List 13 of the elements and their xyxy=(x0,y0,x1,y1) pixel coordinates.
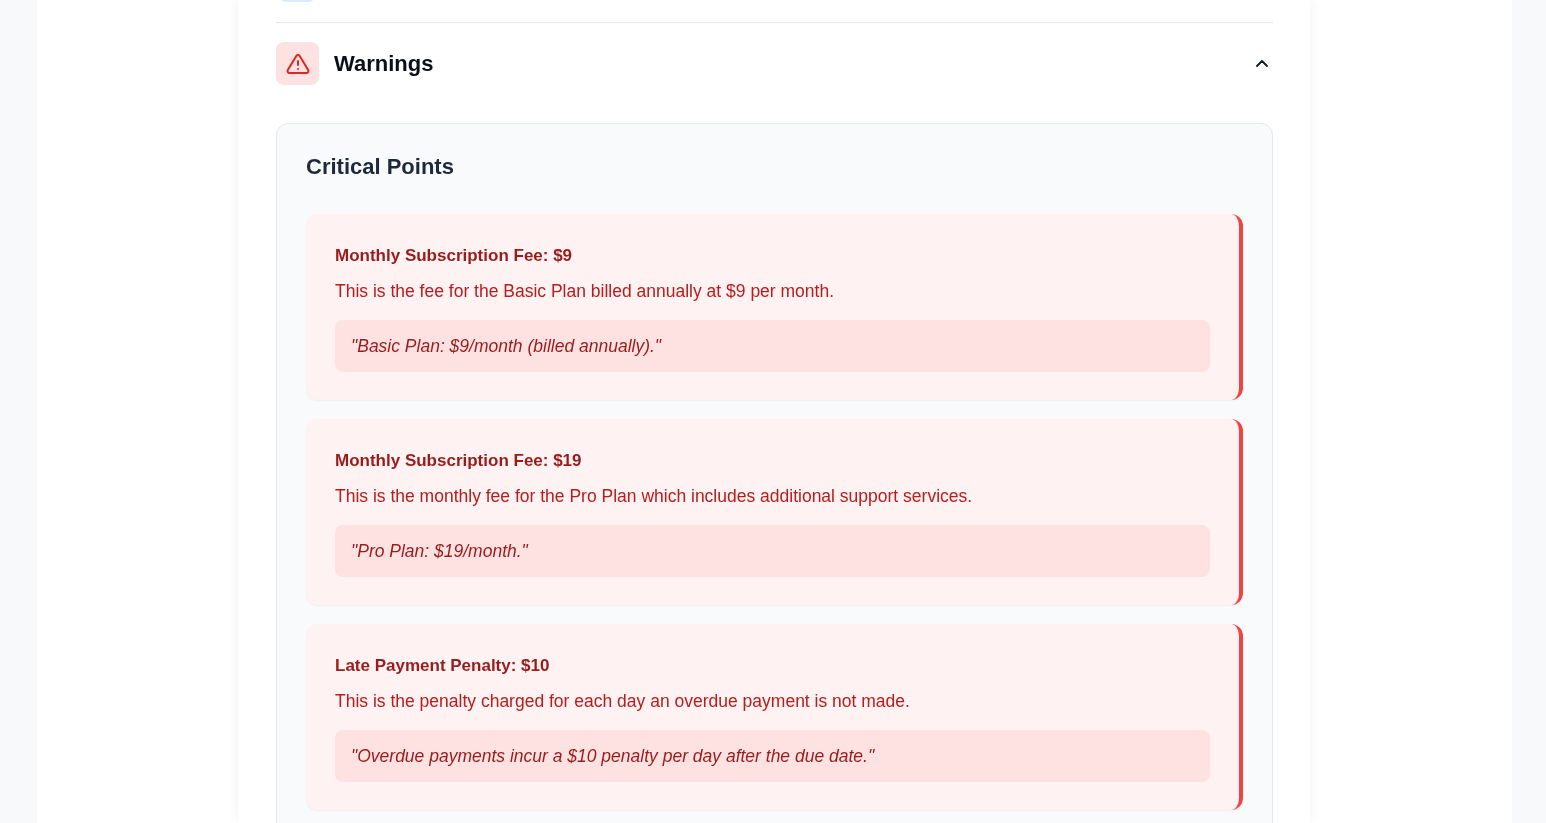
point-description: This is the fee for the Basic Plan billed annually at $9 per month. xyxy=(335,280,836,303)
point-quote: "Basic Plan: $9/month (billed annually)." xyxy=(335,320,1210,372)
point-title: Monthly Subscription Fee: $19 xyxy=(335,450,583,472)
point-description: This is the monthly fee for the Pro Plan which includes additional support services. xyxy=(335,485,974,508)
panel-title: Critical Points xyxy=(306,153,455,181)
point-description: This is the penalty charged for each day an overdue payment is not made. xyxy=(335,690,911,713)
point-title: Monthly Subscription Fee: $9 xyxy=(335,245,574,267)
warning-icon xyxy=(276,42,319,85)
chevron-icon xyxy=(1256,60,1268,67)
section-title: Warnings xyxy=(334,49,435,78)
point-quote: "Pro Plan: $19/month." xyxy=(335,525,1210,577)
point-title: Late Payment Penalty: $10 xyxy=(335,655,551,677)
point-quote: "Overdue payments incur a $10 penalty per day after the due date." xyxy=(335,730,1210,782)
